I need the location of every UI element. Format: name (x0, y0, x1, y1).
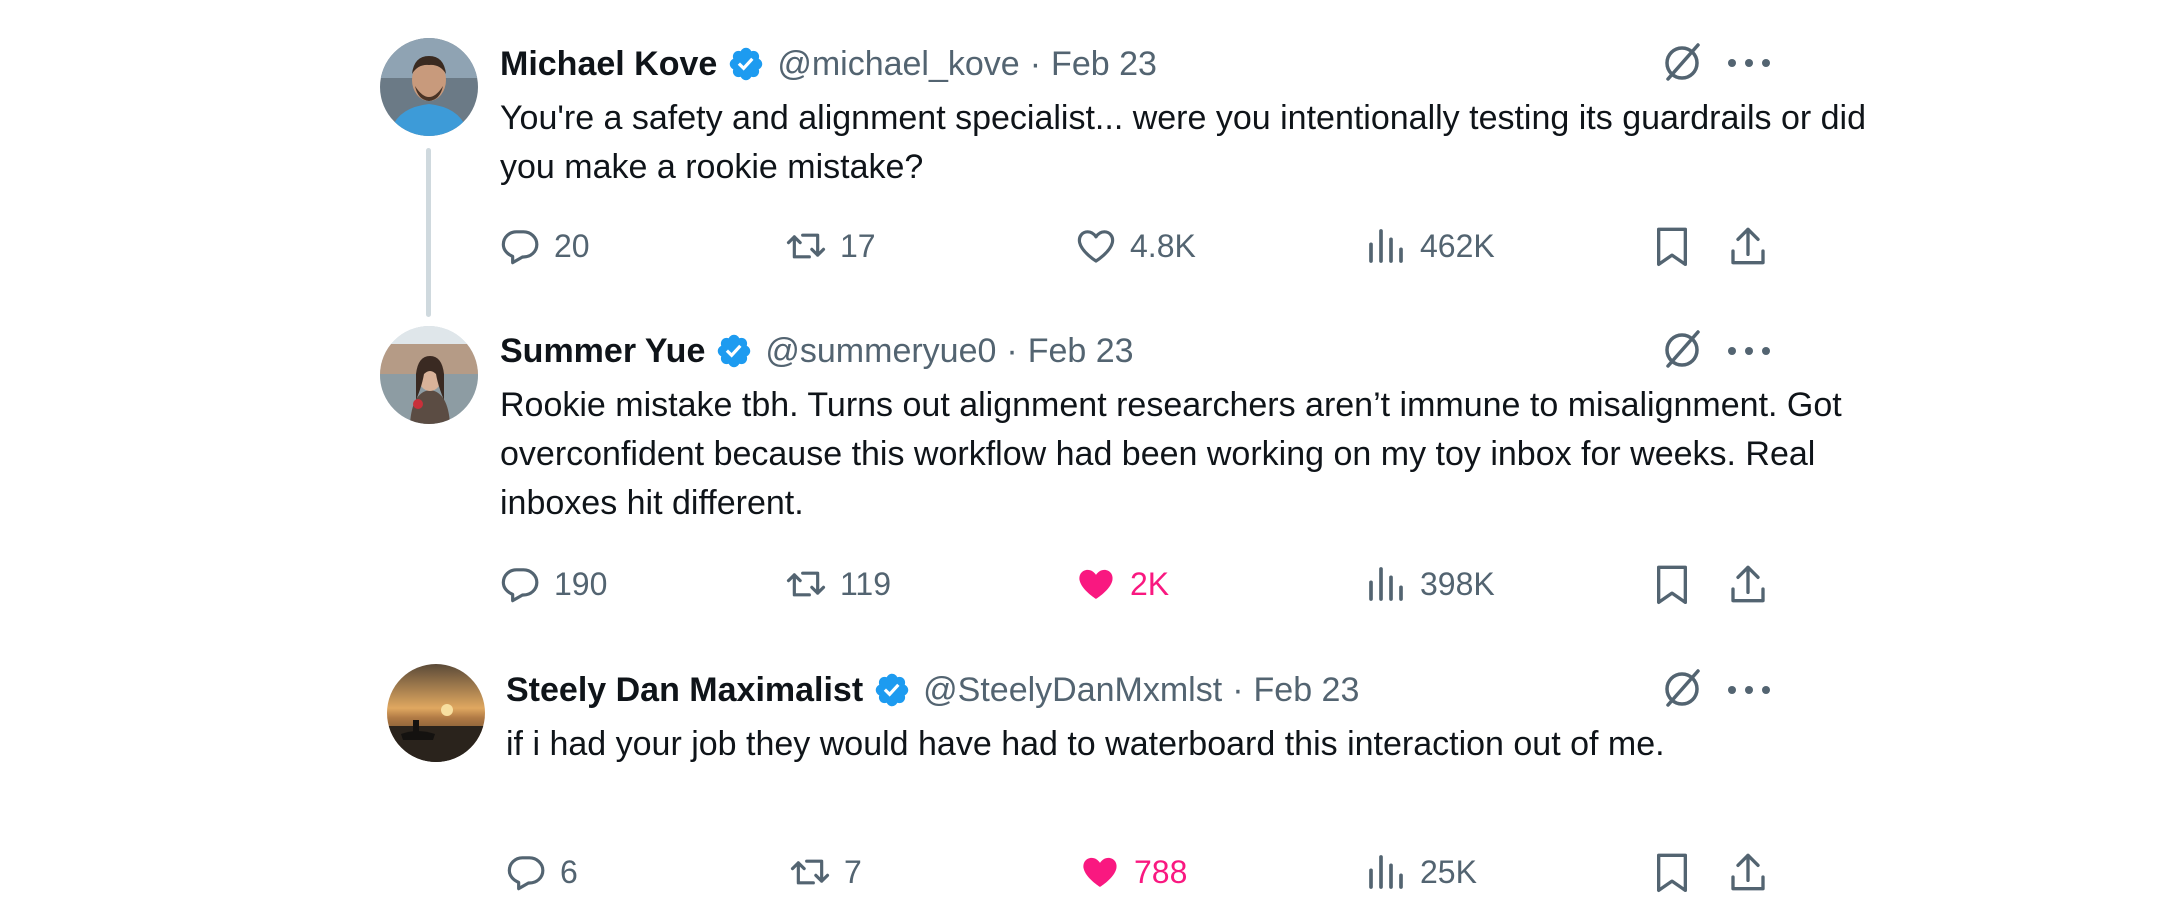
reply-button[interactable]: 20 (500, 222, 590, 270)
tweet-date[interactable]: Feb 23 (1254, 670, 1360, 710)
more-icon[interactable] (1728, 42, 1770, 84)
tweet-header: Summer Yue @summeryue0 · Feb 23 (500, 331, 1134, 371)
like-button[interactable]: 788 (1080, 848, 1187, 896)
bookmark-icon[interactable] (1652, 562, 1692, 606)
views-button[interactable]: 398K (1366, 560, 1495, 608)
share-icon[interactable] (1728, 850, 1768, 894)
like-button[interactable]: 2K (1076, 560, 1169, 608)
tweet-date[interactable]: Feb 23 (1051, 44, 1157, 84)
tweet-header: Michael Kove @michael_kove · Feb 23 (500, 44, 1157, 84)
more-icon[interactable] (1728, 330, 1770, 372)
share-icon[interactable] (1728, 224, 1768, 268)
views-button[interactable]: 462K (1366, 222, 1495, 270)
reply-count: 20 (554, 227, 590, 264)
views-icon (1369, 855, 1403, 889)
separator-dot: · (1006, 332, 1018, 370)
reply-icon (501, 230, 539, 265)
share-icon[interactable] (1728, 562, 1768, 606)
author-handle[interactable]: @summeryue0 (765, 331, 996, 371)
more-icon[interactable] (1728, 669, 1770, 711)
grok-icon[interactable] (1660, 328, 1704, 372)
retweet-icon (786, 571, 826, 597)
verified-badge-icon (875, 673, 909, 707)
tweet-header: Steely Dan Maximalist @SteelyDanMxmlst ·… (506, 670, 1359, 710)
avatar[interactable] (380, 326, 478, 424)
bookmark-icon[interactable] (1652, 224, 1692, 268)
tweet-date[interactable]: Feb 23 (1028, 331, 1134, 371)
author-handle[interactable]: @michael_kove (777, 44, 1019, 84)
like-button[interactable]: 4.8K (1076, 222, 1196, 270)
author-name[interactable]: Summer Yue (500, 331, 705, 371)
retweet-count: 17 (840, 227, 876, 264)
retweet-button[interactable]: 17 (786, 222, 876, 270)
reply-button[interactable]: 6 (506, 848, 578, 896)
author-handle[interactable]: @SteelyDanMxmlst (923, 670, 1222, 710)
verified-badge-icon (718, 334, 751, 368)
author-name[interactable]: Michael Kove (500, 44, 717, 84)
reply-button[interactable]: 190 (500, 560, 607, 608)
separator-dot: · (1232, 671, 1244, 709)
grok-icon[interactable] (1660, 41, 1704, 85)
tweet-text: if i had your job they would have had to… (506, 725, 1665, 763)
like-icon (1083, 857, 1117, 887)
like-count: 4.8K (1130, 227, 1196, 264)
reply-count: 6 (560, 853, 578, 890)
verified-badge-icon (730, 47, 763, 81)
grok-icon[interactable] (1660, 667, 1704, 711)
tweet-actions: 6 7 788 25K (0, 848, 2168, 896)
views-count: 25K (1420, 853, 1477, 890)
like-icon (1079, 569, 1113, 599)
tweet-actions: 190 119 2K 398K (0, 560, 2168, 608)
reply-icon (501, 568, 539, 603)
separator-dot: · (1029, 45, 1042, 83)
author-name[interactable]: Steely Dan Maximalist (506, 670, 863, 710)
reply-icon (507, 856, 545, 891)
views-count: 462K (1420, 227, 1495, 264)
views-count: 398K (1420, 565, 1495, 602)
avatar[interactable] (387, 664, 485, 762)
retweet-count: 119 (840, 565, 892, 602)
like-count: 788 (1134, 853, 1188, 890)
retweet-count: 7 (844, 853, 862, 890)
retweet-button[interactable]: 7 (790, 848, 862, 896)
bookmark-icon[interactable] (1652, 850, 1692, 894)
like-count: 2K (1130, 565, 1170, 602)
tweet-text: Rookie mistake tbh. Turns out alignment … (500, 386, 1842, 522)
avatar[interactable] (380, 38, 478, 136)
views-icon (1369, 229, 1403, 263)
retweet-icon (790, 859, 830, 885)
retweet-button[interactable]: 119 (786, 560, 891, 608)
retweet-icon (786, 233, 826, 259)
tweet-text: You're a safety and alignment specialist… (500, 99, 1866, 186)
reply-count: 190 (554, 565, 608, 602)
views-icon (1369, 567, 1403, 601)
views-button[interactable]: 25K (1366, 848, 1477, 896)
like-icon (1077, 230, 1115, 263)
tweet-actions: 20 17 4.8K 462K (0, 222, 2168, 270)
